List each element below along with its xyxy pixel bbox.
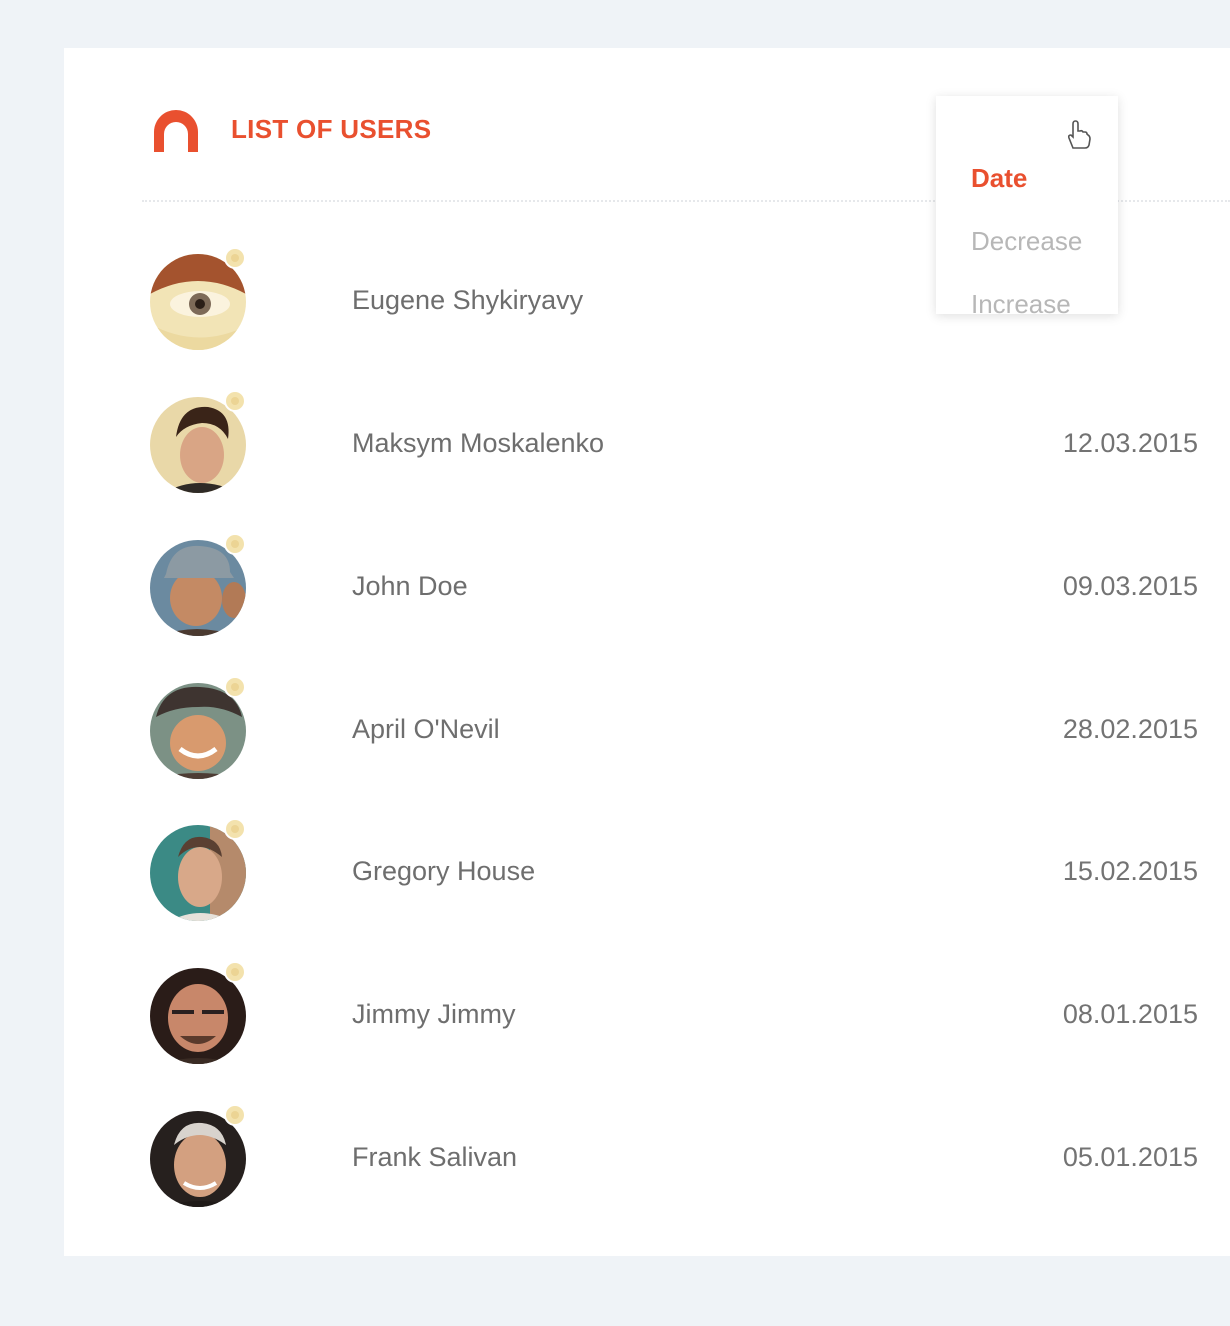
list-item[interactable]: John Doe 09.03.2015 — [142, 527, 1198, 647]
favorite-badge — [224, 961, 246, 983]
user-date: 12.03.2015 — [1062, 428, 1198, 458]
hand-cursor-icon — [1067, 120, 1091, 149]
user-date: 08.01.2015 — [1062, 999, 1198, 1029]
sort-date-button[interactable]: Date — [971, 163, 1027, 194]
favorite-badge — [224, 818, 246, 840]
favorite-badge — [224, 676, 246, 698]
user-date: 15.02.2015 — [1062, 856, 1198, 886]
user-name[interactable]: Eugene Shykiryavy — [352, 285, 583, 316]
list-item[interactable]: Maksym Moskalenko 12.03.2015 — [142, 384, 1198, 504]
user-date: 28.02.2015 — [1062, 714, 1198, 744]
list-item[interactable]: April O'Nevil 28.02.2015 — [142, 670, 1198, 790]
user-name[interactable]: John Doe — [352, 571, 468, 602]
favorite-badge — [224, 1104, 246, 1126]
user-name[interactable]: Frank Salivan — [352, 1142, 517, 1173]
user-name[interactable]: Jimmy Jimmy — [352, 999, 515, 1030]
list-item[interactable]: Jimmy Jimmy 08.01.2015 — [142, 955, 1198, 1075]
sort-option-increase[interactable]: Increase — [971, 289, 1071, 320]
user-date: 09.03.2015 — [1062, 571, 1198, 601]
list-item[interactable]: Gregory House 15.02.2015 — [142, 812, 1198, 932]
favorite-badge — [224, 390, 246, 412]
favorite-badge — [224, 533, 246, 555]
user-name[interactable]: Gregory House — [352, 856, 535, 887]
list-item[interactable]: Frank Salivan 05.01.2015 — [142, 1098, 1198, 1218]
user-name[interactable]: April O'Nevil — [352, 714, 500, 745]
users-card: LIST OF USERS Eugene Shykiryavy Maksym M… — [64, 48, 1230, 1256]
sort-option-decrease[interactable]: Decrease — [971, 226, 1082, 257]
user-name[interactable]: Maksym Moskalenko — [352, 428, 604, 459]
user-date: 05.01.2015 — [1062, 1142, 1198, 1172]
favorite-badge — [224, 247, 246, 269]
